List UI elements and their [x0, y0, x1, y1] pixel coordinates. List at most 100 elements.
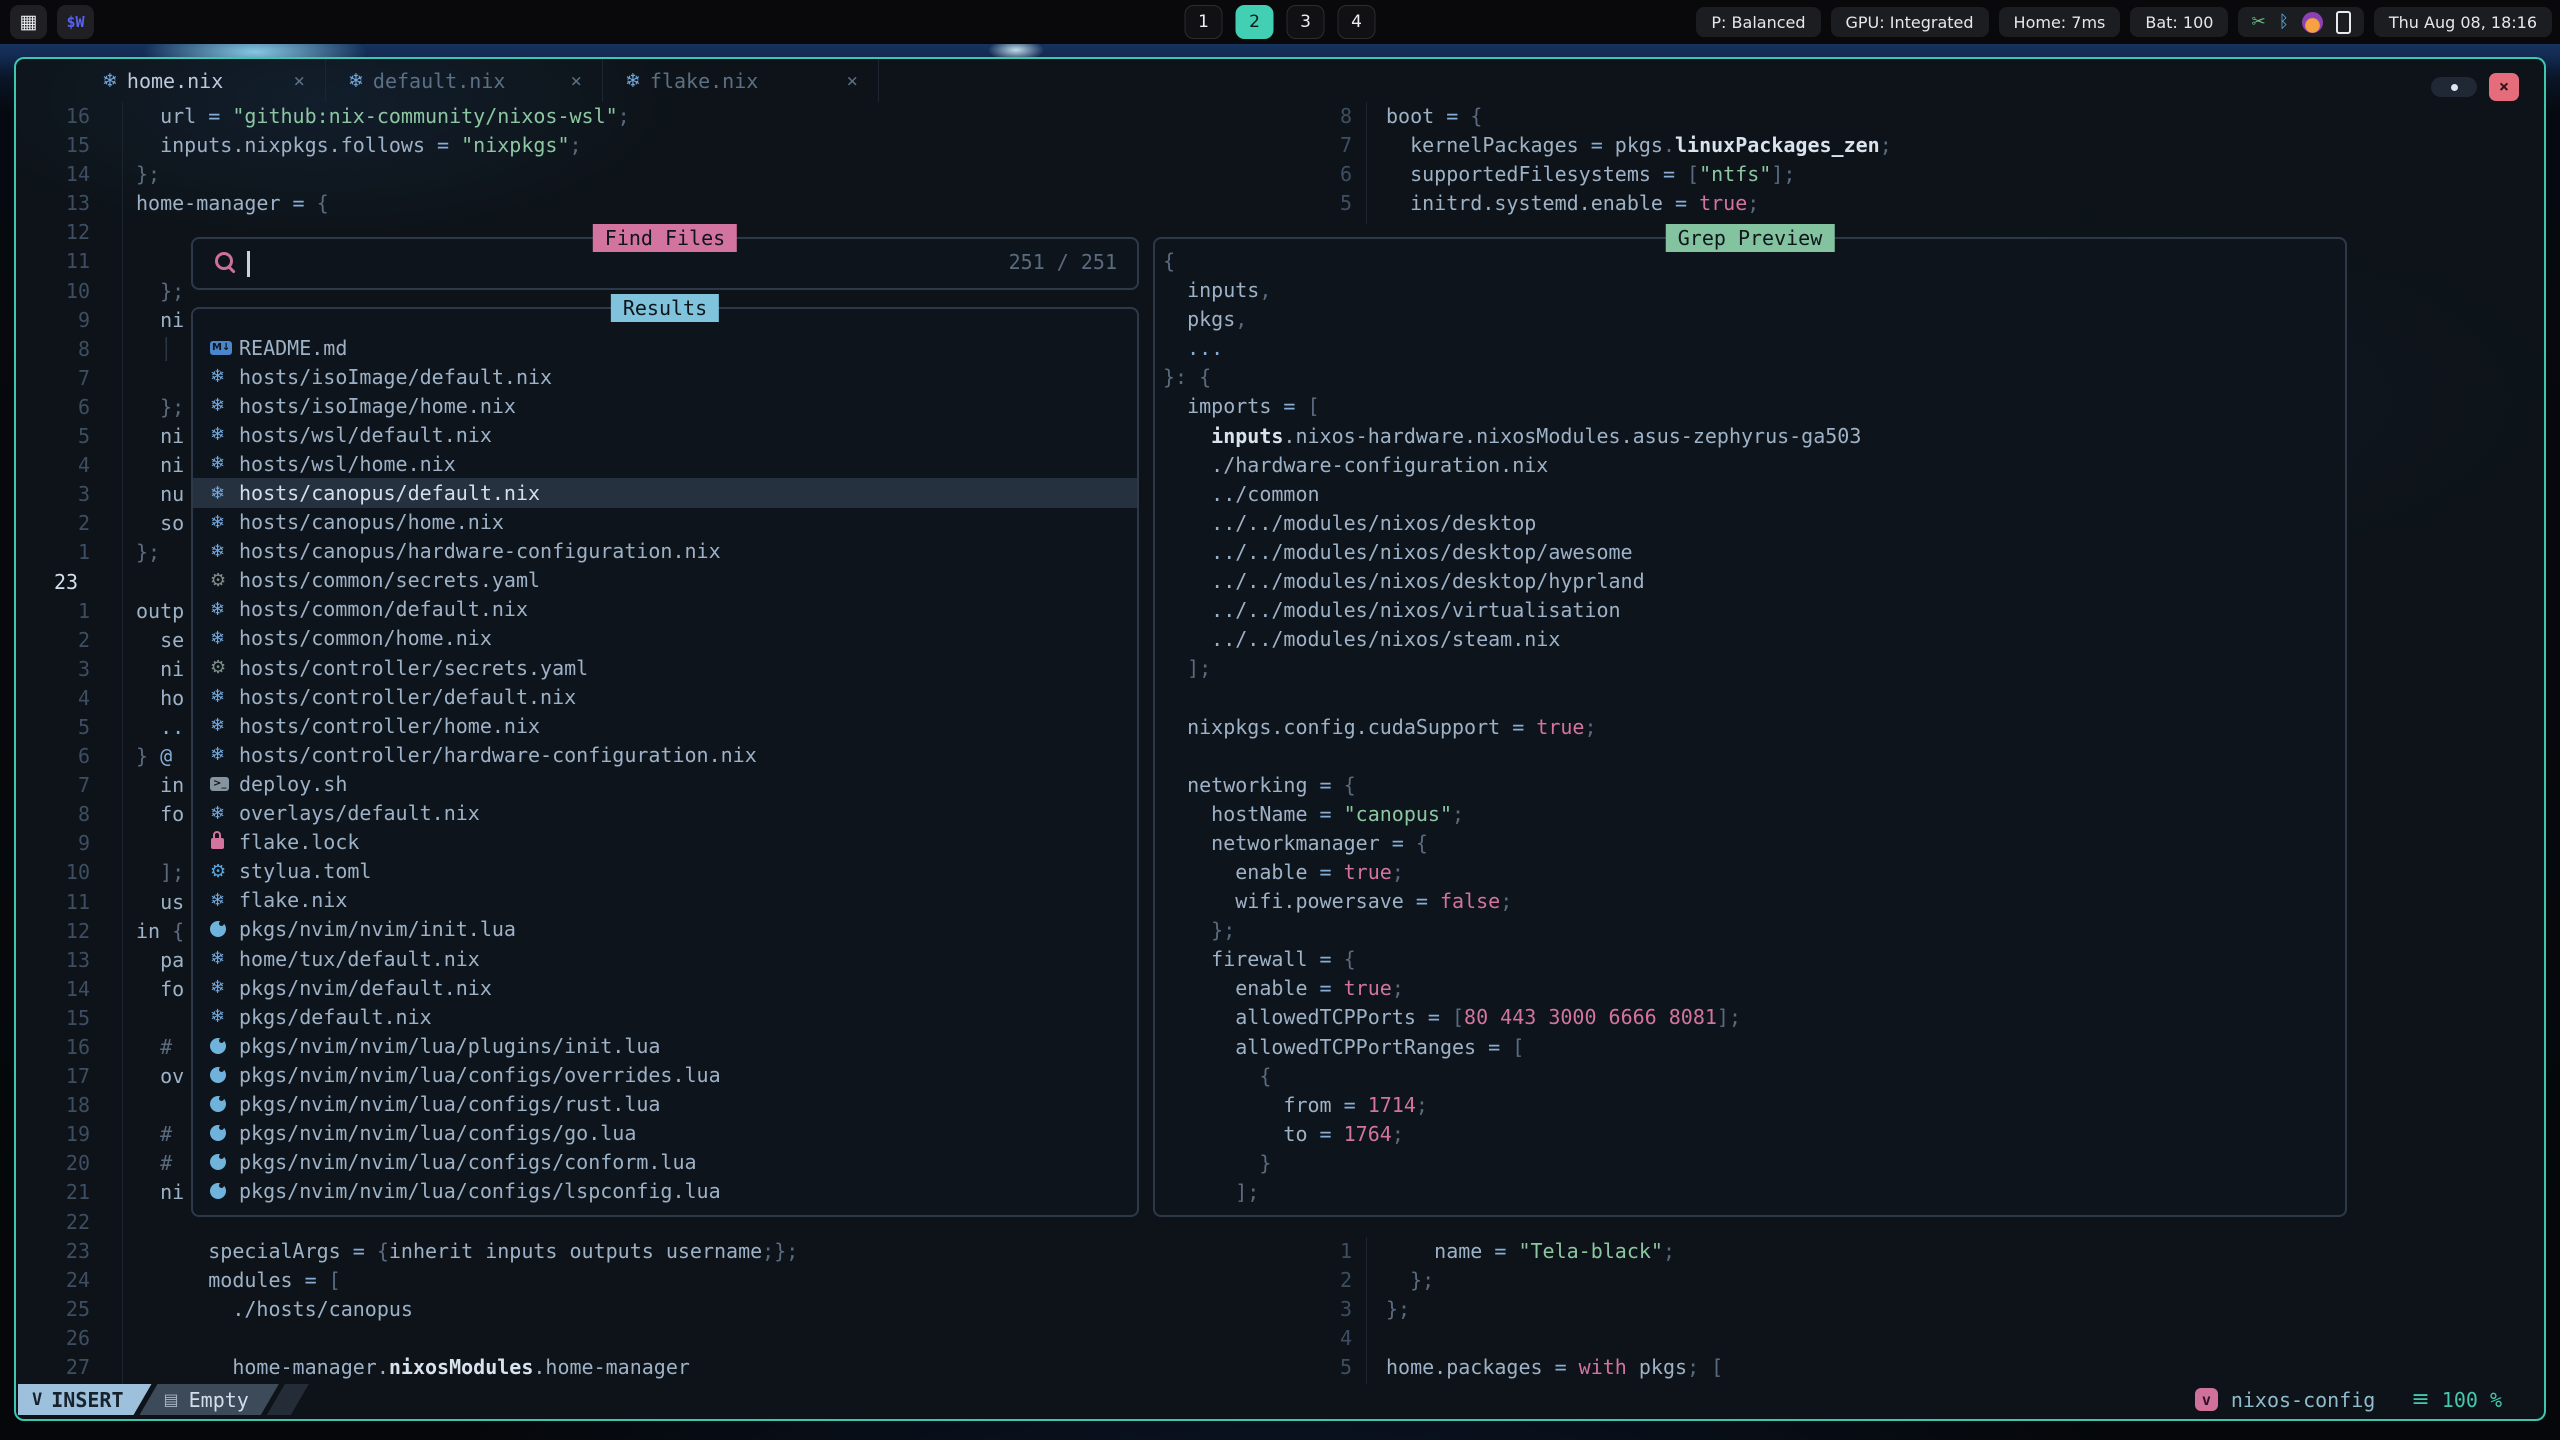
tab-flake.nix[interactable]: ❄flake.nix×	[603, 59, 879, 102]
result-item[interactable]: pkgs/nvim/nvim/lua/plugins/init.lua	[193, 1031, 1137, 1060]
mode-label: INSERT	[51, 1388, 123, 1412]
bluetooth-icon[interactable]: ᛒ	[2279, 12, 2289, 32]
line-number: 2	[1296, 1266, 1352, 1295]
line-number: 3	[36, 655, 90, 684]
code-text: us	[136, 888, 184, 917]
code-line: pkgs,	[1163, 305, 2339, 334]
result-item[interactable]: deploy.sh	[193, 769, 1137, 798]
result-item[interactable]: ❄hosts/common/default.nix	[193, 595, 1137, 624]
result-item[interactable]: pkgs/nvim/nvim/lua/configs/overrides.lua	[193, 1060, 1137, 1089]
terminal-window: ❄home.nix×❄default.nix×❄flake.nix× × 16 …	[14, 57, 2546, 1421]
result-item[interactable]: ❄pkgs/default.nix	[193, 1002, 1137, 1031]
result-item[interactable]: ❄hosts/canopus/default.nix	[193, 478, 1137, 507]
result-item[interactable]: ❄hosts/common/home.nix	[193, 624, 1137, 653]
token: to	[1163, 1122, 1320, 1146]
code-text: wifi.powersave = false;	[1163, 889, 1512, 913]
code-text: ../../modules/nixos/steam.nix	[1163, 627, 1560, 651]
result-item[interactable]: pkgs/nvim/nvim/lua/configs/lspconfig.lua	[193, 1177, 1137, 1206]
workspace-button-1[interactable]: 1	[1185, 5, 1223, 39]
result-item[interactable]: ❄overlays/default.nix	[193, 799, 1137, 828]
token: "Tela-black"	[1518, 1239, 1663, 1263]
find-files-prompt[interactable]: Find Files 251 / 251	[191, 237, 1139, 290]
token: │	[160, 337, 172, 361]
code-text: #	[136, 1149, 172, 1178]
line-number: 18	[36, 1091, 90, 1120]
code-text: kernelPackages = pkgs.linuxPackages_zen;	[1386, 131, 1892, 160]
code-line: ../../modules/nixos/desktop	[1163, 509, 2339, 538]
token: boot	[1386, 104, 1446, 128]
result-item[interactable]: ❄hosts/controller/hardware-configuration…	[193, 740, 1137, 769]
result-item[interactable]: ❄hosts/controller/home.nix	[193, 711, 1137, 740]
token: {	[1470, 104, 1482, 128]
topbar-right: P: BalancedGPU: IntegratedHome: 7msBat: …	[1696, 7, 2552, 37]
result-item[interactable]: pkgs/nvim/nvim/lua/configs/conform.lua	[193, 1148, 1137, 1177]
result-item[interactable]: ❄hosts/wsl/home.nix	[193, 449, 1137, 478]
token: =	[1320, 947, 1344, 971]
workspace-button-2[interactable]: 2	[1236, 5, 1274, 39]
results-list: README.md❄hosts/isoImage/default.nix❄hos…	[193, 333, 1137, 1206]
code-line: firewall = {	[1163, 945, 2339, 974]
token: ni	[136, 453, 184, 477]
token: ni	[136, 424, 184, 448]
nix-icon: ❄	[210, 482, 239, 504]
result-item[interactable]: ❄home/tux/default.nix	[193, 944, 1137, 973]
result-label: pkgs/nvim/default.nix	[239, 976, 492, 1000]
app-launcher-button[interactable]: ▦	[10, 5, 47, 39]
lua-icon	[210, 1035, 239, 1057]
result-item[interactable]: ⚙hosts/common/secrets.yaml	[193, 566, 1137, 595]
close-icon[interactable]: ×	[294, 70, 305, 92]
line-number: 12	[36, 218, 90, 247]
scissors-icon[interactable]: ✂	[2251, 12, 2265, 32]
token: nixpkgs.config.cudaSupport	[1163, 715, 1512, 739]
close-icon[interactable]: ×	[847, 70, 858, 92]
code-text: boot = {	[1386, 102, 1482, 131]
token: pkgs	[1163, 307, 1235, 331]
code-text: ../../modules/nixos/desktop	[1163, 511, 1536, 535]
flame-icon[interactable]	[2302, 12, 2323, 33]
workspace-button-3[interactable]: 3	[1287, 5, 1325, 39]
nix-icon: ❄	[625, 70, 641, 92]
logo-button[interactable]: $W	[57, 5, 94, 39]
phone-icon[interactable]	[2336, 11, 2351, 34]
result-item[interactable]: ❄hosts/controller/default.nix	[193, 682, 1137, 711]
result-item[interactable]: ❄pkgs/nvim/default.nix	[193, 973, 1137, 1002]
result-item[interactable]: ❄flake.nix	[193, 886, 1137, 915]
right-editor-pane-top[interactable]: 8boot = {7 kernelPackages = pkgs.linuxPa…	[16, 102, 2544, 218]
close-icon[interactable]: ×	[571, 70, 582, 92]
token: pkgs	[1615, 133, 1663, 157]
result-item[interactable]: ⚙hosts/controller/secrets.yaml	[193, 653, 1137, 682]
result-item[interactable]: pkgs/nvim/nvim/init.lua	[193, 915, 1137, 944]
code-text: outp	[136, 597, 184, 626]
result-item[interactable]: ❄hosts/wsl/default.nix	[193, 420, 1137, 449]
result-item[interactable]: ❄hosts/canopus/hardware-configuration.ni…	[193, 537, 1137, 566]
line-number: 19	[36, 1120, 90, 1149]
token: 1714	[1368, 1093, 1416, 1117]
line-number: 7	[1296, 131, 1352, 160]
token: ];	[136, 860, 184, 884]
code-text: ni	[136, 1178, 184, 1207]
token: ;	[1500, 889, 1512, 913]
system-tray: ✂ᛒ	[2238, 7, 2363, 37]
line-number: 10	[36, 277, 90, 306]
token: 80 443 3000 6666 8081	[1464, 1005, 1717, 1029]
tab-default.nix[interactable]: ❄default.nix×	[326, 59, 603, 102]
token: ];	[1163, 1180, 1259, 1204]
result-label: hosts/isoImage/home.nix	[239, 394, 516, 418]
code-line: 2 };	[16, 1266, 2544, 1295]
right-editor-pane-bottom[interactable]: 1 name = "Tela-black";2 };3};45home.pack…	[16, 1237, 2544, 1382]
token: ];	[1717, 1005, 1741, 1029]
code-line: nixpkgs.config.cudaSupport = true;	[1163, 713, 2339, 742]
token: ../../modules/nixos/steam.nix	[1163, 627, 1560, 651]
result-item[interactable]: ❄hosts/isoImage/default.nix	[193, 362, 1137, 391]
result-item[interactable]: pkgs/nvim/nvim/lua/configs/rust.lua	[193, 1089, 1137, 1118]
result-item[interactable]: ⚙stylua.toml	[193, 857, 1137, 886]
window-close-button[interactable]: ×	[2489, 73, 2519, 101]
result-item[interactable]: README.md	[193, 333, 1137, 362]
tab-home.nix[interactable]: ❄home.nix×	[80, 59, 326, 102]
result-item[interactable]: flake.lock	[193, 828, 1137, 857]
result-item[interactable]: ❄hosts/isoImage/home.nix	[193, 391, 1137, 420]
toggle-pill-button[interactable]	[2431, 77, 2477, 97]
workspace-button-4[interactable]: 4	[1338, 5, 1376, 39]
result-item[interactable]: ❄hosts/canopus/home.nix	[193, 508, 1137, 537]
result-item[interactable]: pkgs/nvim/nvim/lua/configs/go.lua	[193, 1119, 1137, 1148]
